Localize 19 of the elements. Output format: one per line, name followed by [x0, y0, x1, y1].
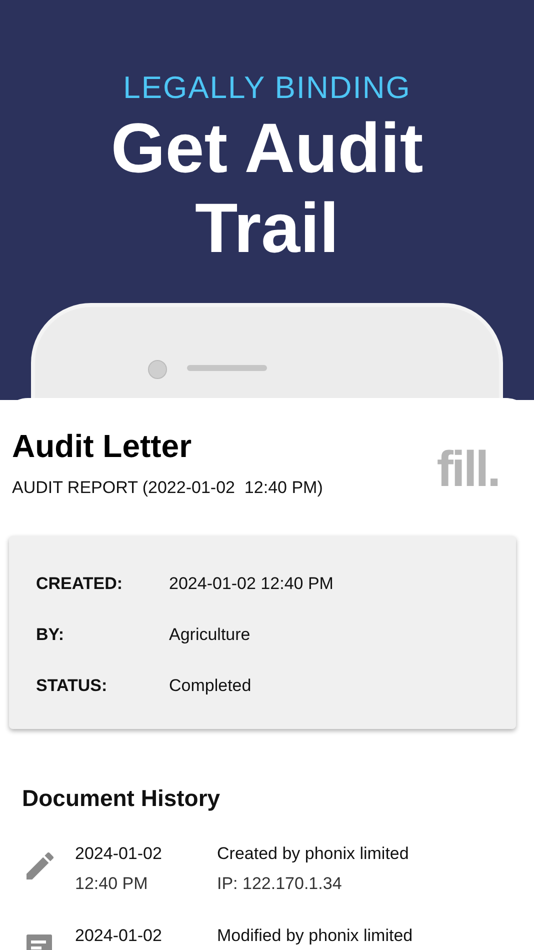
hero-title: Trail	[195, 188, 339, 268]
section-title: Document History	[22, 785, 222, 812]
entry-action: Created by phonix limited	[217, 844, 409, 864]
document-title: Audit Letter	[12, 427, 193, 466]
document-subtitle: AUDIT REPORT (2022-01-02 12:40 PM)	[12, 478, 323, 498]
logo: fill.	[436, 440, 499, 498]
entry-ip: IP: 122.170.1.34	[217, 874, 343, 894]
detail-label: BY:	[36, 624, 66, 644]
hero-eyebrow: LEGALLY BINDING	[123, 69, 411, 107]
entry-action: Modified by phonix limited	[217, 926, 413, 946]
detail-label: CREATED:	[36, 574, 124, 594]
hero-title: Get Audit	[110, 108, 424, 188]
entry-date: 2024-01-02	[75, 926, 163, 946]
entry-time: 12:40 PM	[75, 874, 149, 894]
detail-label: STATUS:	[36, 676, 108, 696]
detail-value: 2024-01-02 12:40 PM	[169, 574, 334, 594]
detail-value: Completed	[169, 676, 252, 696]
entry-date: 2024-01-02	[75, 844, 163, 864]
detail-value: Agriculture	[169, 624, 250, 644]
